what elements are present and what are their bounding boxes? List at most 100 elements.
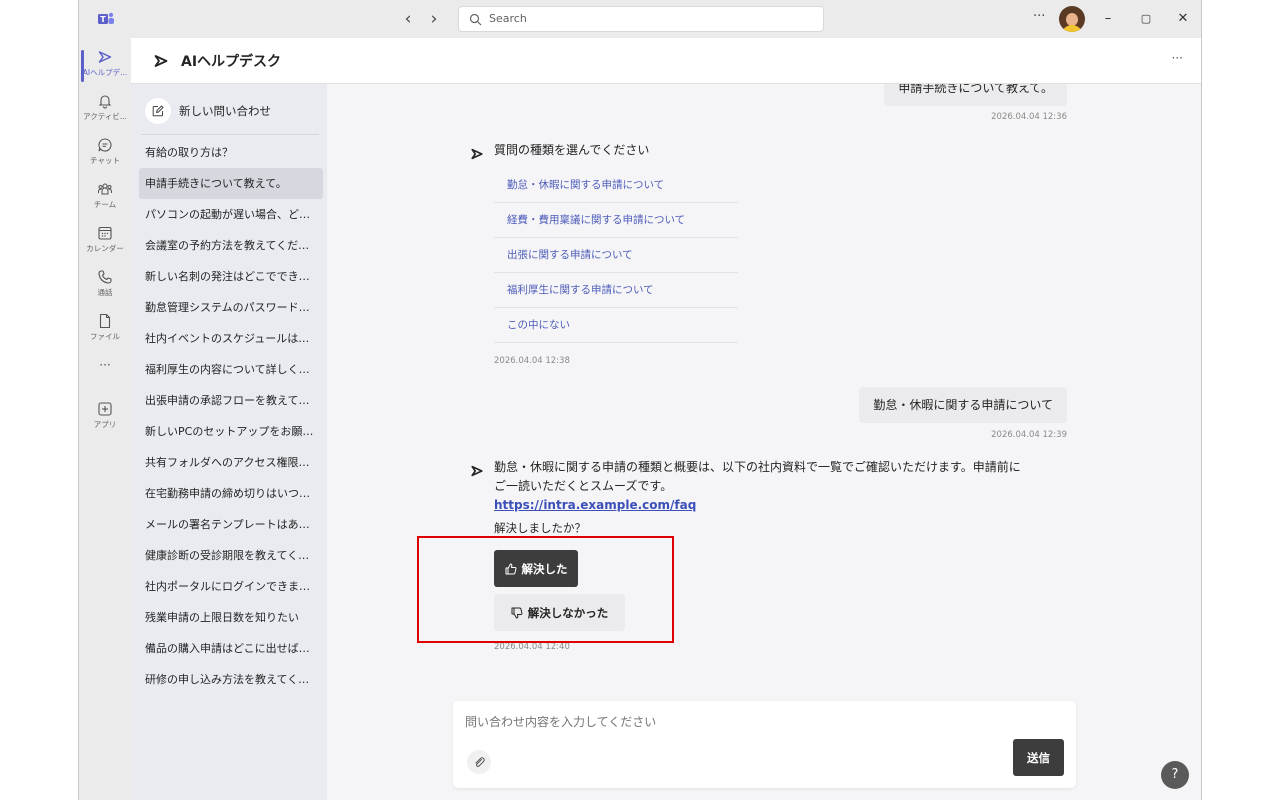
people-icon [98,183,112,195]
resolved-no-button[interactable]: 解決しなかった [494,594,625,631]
active-indicator [81,50,84,82]
paperclip-icon [475,757,485,767]
new-inquiry-button[interactable]: 新しい問い合わせ [145,97,271,125]
more-options-icon[interactable]: ··· [1033,9,1045,24]
message-timestamp: 2026.04.04 12:40 [494,642,570,652]
thumbs-up-icon [505,563,516,574]
rail-label: 通話 [97,288,113,297]
history-item-selected[interactable]: 申請手続きについて教えて。 [139,168,323,199]
bell-icon [98,95,112,109]
history-item[interactable]: 勤怠管理システムのパスワード… [139,292,323,323]
history-item[interactable]: 備品の購入申請はどこに出せば… [139,633,323,664]
history-item[interactable]: 社内イベントのスケジュールは… [139,323,323,354]
phone-icon [98,270,112,284]
maximize-icon[interactable]: ▢ [1135,8,1157,30]
option-item[interactable]: この中にない [494,308,738,343]
rail-item-calendar[interactable]: カレンダー [79,220,131,264]
app-rail: AIヘルプデ... アクティビ... チャット チーム カレンダー 通話 ファイ… [79,38,131,800]
teams-logo-icon[interactable]: T [97,10,115,28]
rail-item-calls[interactable]: 通話 [79,264,131,308]
teams-window: T ‹ › Search ··· – ▢ ✕ AIヘルプデ... アクティビ..… [78,0,1202,800]
app-title: AIヘルプデスク [181,54,282,70]
title-bar: T ‹ › Search ··· – ▢ ✕ [79,0,1201,38]
inquiry-input[interactable] [465,715,1005,729]
faq-link[interactable]: https://intra.example.com/faq [494,496,1094,515]
history-item[interactable]: 新しい名刺の発注はどこででき… [139,261,323,292]
history-item[interactable]: 社内ポータルにログインできま… [139,571,323,602]
chat-icon [98,138,112,152]
history-item[interactable]: 共有フォルダへのアクセス権限… [139,447,323,478]
history-list: 有給の取り方は？ 申請手続きについて教えて。 パソコンの起動が遅い場合、ど… 会… [139,137,323,695]
app-header: AIヘルプデスク ··· [131,38,1201,84]
compose-icon [145,98,171,124]
history-item[interactable]: 研修の申し込み方法を教えてく… [139,664,323,695]
user-avatar[interactable] [1059,6,1085,32]
rail-item-teams[interactable]: チーム [79,176,131,220]
close-icon[interactable]: ✕ [1172,8,1194,30]
bot-message: 質問の種類を選んでください [494,143,650,157]
forward-arrow-icon[interactable]: › [424,9,444,29]
history-item[interactable]: 有給の取り方は？ [139,137,323,168]
history-item[interactable]: 残業申請の上限日数を知りたい [139,602,323,633]
attach-button[interactable] [467,750,491,774]
history-item[interactable]: 福利厚生の内容について詳しく… [139,354,323,385]
history-item[interactable]: 出張申請の承認フローを教えて… [139,385,323,416]
send-button[interactable]: 送信 [1013,739,1064,776]
resolved-no-label: 解決しなかった [527,605,609,620]
search-box[interactable]: Search [458,6,824,32]
user-message: 申請手続きについて教えて。 [884,84,1067,106]
rail-label: アプリ [93,420,117,429]
svg-text:T: T [100,15,106,24]
option-list: 勤怠・休暇に関する申請について 経費・費用稟議に関する申請について 出張に関する… [494,168,738,343]
rail-item-files[interactable]: ファイル [79,308,131,352]
app-more-icon[interactable]: ··· [1172,51,1183,65]
message-timestamp: 2026.04.04 12:36 [991,112,1067,122]
composer: 送信 [453,701,1076,788]
rail-item-activity[interactable]: アクティビ... [79,88,131,132]
bot-message-line: ご一読いただくとスムーズです。 [494,479,673,493]
bot-message: 勤怠・休暇に関する申請の種類と概要は、以下の社内資料で一覧でご確認いただけます。… [494,458,1094,538]
rail-item-ai-helpdesk[interactable]: AIヘルプデ... [79,44,131,88]
new-inquiry-label: 新しい問い合わせ [179,104,271,118]
option-item[interactable]: 福利厚生に関する申請について [494,273,738,308]
rail-label: ファイル [90,332,120,341]
divider [141,134,319,135]
play-arrow-icon [154,55,168,67]
option-item[interactable]: 出張に関する申請について [494,238,738,273]
rail-label: カレンダー [86,244,124,253]
resolved-yes-button[interactable]: 解決した [494,550,578,587]
history-item[interactable]: パソコンの起動が遅い場合、ど… [139,199,323,230]
calendar-icon [98,226,112,240]
rail-label: チーム [93,200,117,209]
user-message: 勤怠・休暇に関する申請について [859,387,1067,423]
help-button[interactable]: ? [1161,761,1189,789]
history-item[interactable]: 在宅勤務申請の締め切りはいつ… [139,478,323,509]
history-item[interactable]: 新しいPCのセットアップをお願… [139,416,323,447]
resolved-yes-label: 解決した [521,561,568,576]
bot-avatar-icon [471,148,483,160]
back-arrow-icon[interactable]: ‹ [398,9,418,29]
option-item[interactable]: 経費・費用稟議に関する申請について [494,203,738,238]
chat-area: 申請手続きについて教えて。 2026.04.04 12:36 質問の種類を選んで… [327,84,1201,800]
rail-item-more[interactable]: ··· [79,358,131,382]
history-item[interactable]: 会議室の予約方法を教えてくだ… [139,230,323,261]
rail-label: アクティビ... [83,112,127,121]
play-arrow-icon [98,51,112,63]
thumbs-down-icon [511,607,523,618]
history-item[interactable]: メールの署名テンプレートはあ… [139,509,323,540]
add-app-icon [98,402,112,416]
resolved-question: 解決しましたか？ [494,521,586,535]
message-timestamp: 2026.04.04 12:38 [494,356,570,366]
history-item[interactable]: 健康診断の受診期限を教えてく… [139,540,323,571]
search-icon [469,13,482,26]
minimize-icon[interactable]: – [1097,8,1119,30]
bot-avatar-icon [471,465,483,477]
rail-item-chat[interactable]: チャット [79,132,131,176]
search-placeholder: Search [489,12,527,25]
inquiry-sidebar: 新しい問い合わせ 有給の取り方は？ 申請手続きについて教えて。 パソコンの起動が… [131,84,327,800]
rail-item-apps[interactable]: アプリ [79,396,131,440]
rail-label: チャット [90,156,120,165]
message-timestamp: 2026.04.04 12:39 [991,430,1067,440]
bot-message-line: 勤怠・休暇に関する申請の種類と概要は、以下の社内資料で一覧でご確認いただけます。… [494,460,1021,474]
option-item[interactable]: 勤怠・休暇に関する申請について [494,168,738,203]
